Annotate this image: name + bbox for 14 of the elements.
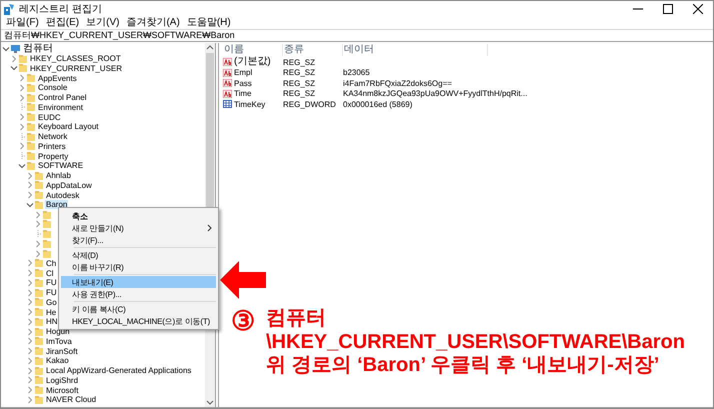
value-type: REG_SZ bbox=[283, 89, 316, 98]
window-title: 레지스트리 편집기 bbox=[19, 3, 103, 16]
value-data: b23065 bbox=[343, 68, 371, 78]
annotation-text: \HKEY_CURRENT_USER\SOFTWARE\Baron bbox=[266, 330, 685, 354]
value-data: 0x000016ed (5869) bbox=[343, 100, 414, 109]
value-type: REG_SZ bbox=[283, 78, 316, 88]
step-number: ③ bbox=[230, 307, 256, 335]
value-type: REG_SZ bbox=[283, 68, 316, 78]
value-type: REG_DWORD bbox=[283, 100, 337, 109]
value-data: KA34nm8kzJGQea93pUa9OWV+FyydlTthH/pqRit... bbox=[343, 89, 528, 98]
annotation-text: 컴퓨터 bbox=[266, 307, 327, 330]
value-data: i4Fam7RbFQxiaZ2doks6Og== bbox=[343, 78, 453, 88]
annotation-text: 위 경로의 ‘Baron’ 우클릭 후 ‘내보내기-저장’ bbox=[266, 354, 660, 378]
value-type: REG_SZ bbox=[283, 58, 316, 67]
